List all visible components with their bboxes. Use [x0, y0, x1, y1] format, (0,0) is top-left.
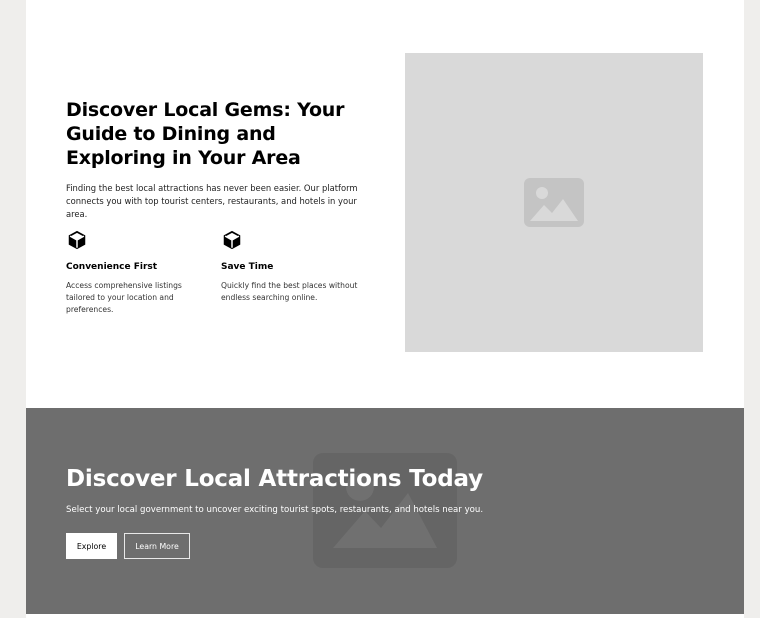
benefit-description: Quickly find the best places without end…: [221, 281, 358, 302]
benefit-convenience: Convenience First Access comprehensive l…: [66, 229, 206, 316]
cube-icon: [223, 230, 241, 250]
cta-title: Discover Local Attractions Today: [66, 466, 483, 492]
image-placeholder-icon: [524, 178, 584, 227]
cta-subtitle: Select your local government to uncover …: [66, 505, 484, 515]
feature-lead-text: Finding the best local attractions has n…: [66, 183, 358, 219]
learn-more-button[interactable]: Learn More: [124, 533, 190, 559]
feature-section: Discover Local Gems: Your Guide to Dinin…: [26, 0, 744, 408]
feature-image: [405, 53, 703, 352]
benefit-save-time: Save Time Quickly find the best places w…: [221, 229, 361, 304]
explore-button[interactable]: Explore: [66, 533, 117, 559]
benefit-title: Save Time: [221, 262, 274, 272]
feature-headline: Discover Local Gems: Your Guide to Dinin…: [66, 99, 345, 169]
cube-icon: [68, 230, 86, 250]
benefit-description: Access comprehensive listings tailored t…: [66, 281, 182, 314]
cta-section: Discover Local Attractions Today Select …: [26, 408, 744, 614]
benefit-title: Convenience First: [66, 262, 158, 272]
page-container: Discover Local Gems: Your Guide to Dinin…: [26, 0, 744, 618]
